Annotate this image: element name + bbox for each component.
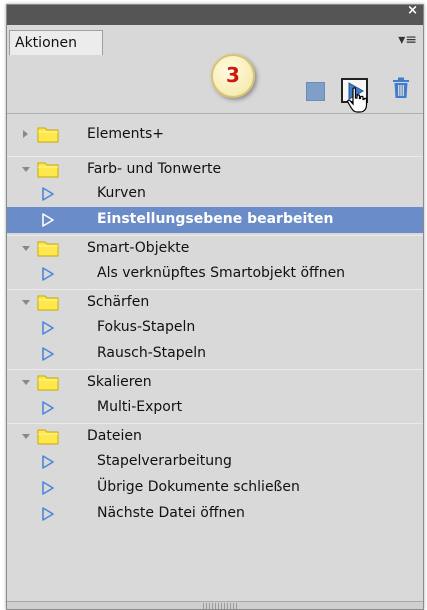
action-label: Als verknüpftes Smartobjekt öffnen <box>97 265 346 281</box>
hand-cursor-icon <box>347 87 368 113</box>
close-icon[interactable]: × <box>407 5 418 18</box>
action-label: Einstellungsebene bearbeiten <box>97 211 334 227</box>
action-play-icon <box>42 267 54 281</box>
expand-triangle-open-icon[interactable] <box>22 300 30 305</box>
action-row[interactable]: Nächste Datei öffnen <box>7 501 423 527</box>
folder-row[interactable]: Elements+ <box>7 122 423 148</box>
action-row[interactable]: Multi-Export <box>7 395 423 421</box>
actions-list: Elements+ Farb- und Tonwerte Kurven Einstel… <box>7 113 423 604</box>
folder-label: Elements+ <box>87 126 164 142</box>
action-row[interactable]: Fokus-Stapeln <box>7 315 423 341</box>
action-play-icon <box>42 401 54 415</box>
stop-icon[interactable] <box>306 82 325 101</box>
folder-icon <box>37 127 59 143</box>
expand-triangle-open-icon[interactable] <box>22 167 30 172</box>
action-label: Kurven <box>97 185 146 201</box>
folder-row[interactable]: Farb- und Tonwerte <box>7 156 423 182</box>
folder-icon <box>37 162 59 178</box>
tab-aktionen[interactable]: Aktionen <box>9 30 103 55</box>
action-label: Rausch-Stapeln <box>97 345 207 361</box>
action-row[interactable]: Stapelverarbeitung <box>7 449 423 475</box>
expand-triangle-open-icon[interactable] <box>22 434 30 439</box>
expand-triangle-closed-icon[interactable] <box>23 130 28 138</box>
folder-row[interactable]: Schärfen <box>7 289 423 315</box>
folder-row[interactable]: Skalieren <box>7 369 423 395</box>
action-play-icon <box>42 347 54 361</box>
action-play-icon <box>42 507 54 521</box>
folder-row[interactable]: Smart-Objekte <box>7 235 423 261</box>
action-label: Übrige Dokumente schließen <box>97 479 300 495</box>
action-row[interactable]: Kurven <box>7 181 423 207</box>
trash-icon[interactable] <box>392 77 410 99</box>
panel-menu-icon[interactable]: ▾≡ <box>398 32 417 48</box>
folder-label: Smart-Objekte <box>87 240 190 256</box>
action-label: Fokus-Stapeln <box>97 319 196 335</box>
action-play-icon <box>42 213 54 227</box>
action-play-icon <box>42 481 54 495</box>
action-row[interactable]: Übrige Dokumente schließen <box>7 475 423 501</box>
step-badge: 3 <box>211 54 255 98</box>
action-play-icon <box>42 321 54 335</box>
folder-label: Dateien <box>87 428 142 444</box>
resize-grip-icon[interactable] <box>203 603 237 609</box>
folder-row[interactable]: Dateien <box>7 423 423 449</box>
folder-label: Farb- und Tonwerte <box>87 161 222 177</box>
action-play-icon <box>42 187 54 201</box>
action-label: Multi-Export <box>97 399 183 415</box>
expand-triangle-open-icon[interactable] <box>22 380 30 385</box>
actions-toolbar: 3 <box>7 54 423 113</box>
actions-panel: × Aktionen ▾≡ 3 Elements+ Farb- und Tonwe… <box>6 4 424 610</box>
folder-icon <box>37 429 59 445</box>
action-row[interactable]: Rausch-Stapeln <box>7 341 423 367</box>
folder-icon <box>37 375 59 391</box>
expand-triangle-open-icon[interactable] <box>22 246 30 251</box>
folder-label: Schärfen <box>87 294 150 310</box>
action-label: Stapelverarbeitung <box>97 453 232 469</box>
tab-row: Aktionen ▾≡ <box>7 25 423 56</box>
action-label: Nächste Datei öffnen <box>97 505 245 521</box>
action-row[interactable]: Als verknüpftes Smartobjekt öffnen <box>7 261 423 287</box>
folder-icon <box>37 241 59 257</box>
folder-label: Skalieren <box>87 374 152 390</box>
action-play-icon <box>42 455 54 469</box>
action-row[interactable]: Einstellungsebene bearbeiten <box>7 207 423 233</box>
panel-titlebar: × <box>7 5 423 25</box>
folder-icon <box>37 295 59 311</box>
